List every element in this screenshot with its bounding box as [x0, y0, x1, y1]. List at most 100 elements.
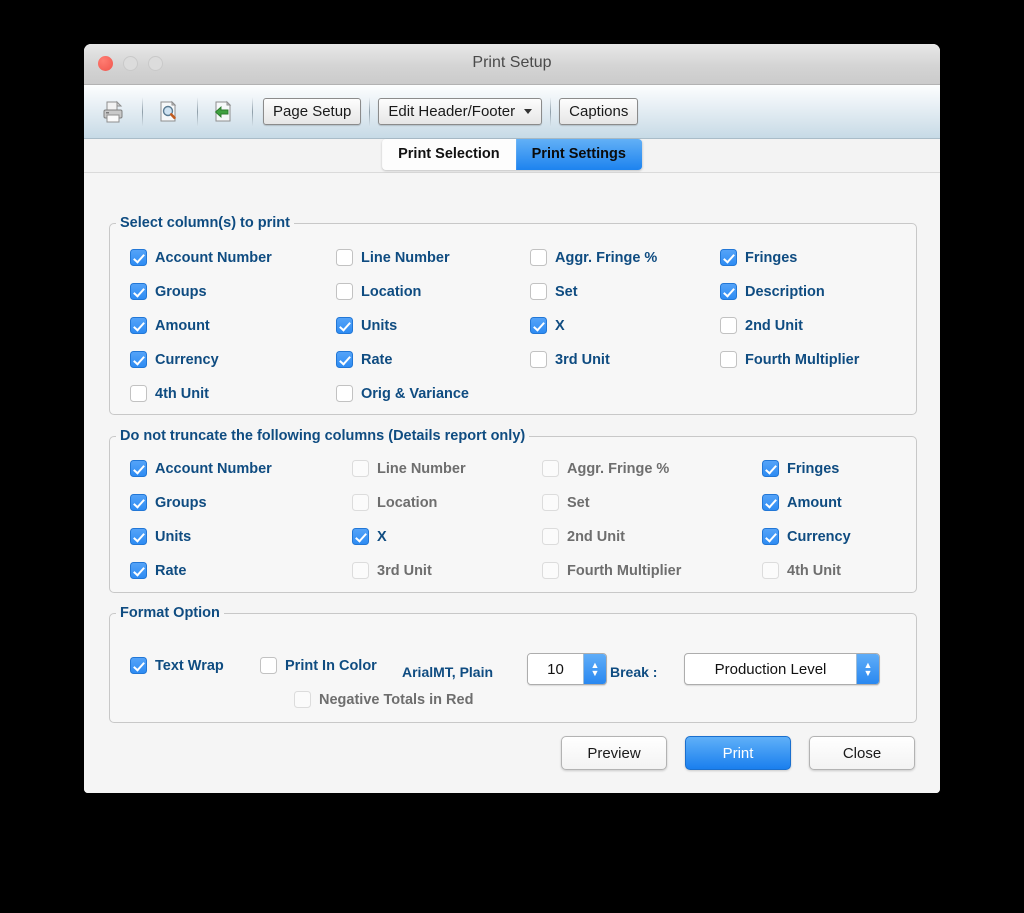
checkbox-box[interactable] [762, 494, 779, 511]
chevron-down-icon [524, 109, 532, 114]
dialog-button-row: Preview Print Close [561, 736, 915, 770]
trunc-checkbox-units[interactable]: Units [130, 528, 191, 545]
tab-print-selection[interactable]: Print Selection [382, 139, 516, 170]
trunc-checkbox-rate[interactable]: Rate [130, 562, 186, 579]
checkbox-box[interactable] [352, 528, 369, 545]
toolbar-separator [369, 97, 370, 127]
checkbox-box[interactable] [130, 494, 147, 511]
checkbox-fringes[interactable]: Fringes [720, 249, 797, 266]
stepper-arrows-icon[interactable]: ▲▼ [583, 654, 606, 684]
checkbox-box[interactable] [130, 562, 147, 579]
checkbox-label: Rate [155, 563, 186, 579]
checkbox-groups[interactable]: Groups [130, 283, 207, 300]
checkbox-2nd-unit[interactable]: 2nd Unit [720, 317, 803, 334]
trunc-checkbox-2nd-unit: 2nd Unit [542, 528, 625, 545]
font-size-value[interactable]: 10 [528, 654, 583, 684]
checkbox-label: Print In Color [285, 658, 377, 674]
checkbox-box[interactable] [720, 351, 737, 368]
checkbox-box[interactable] [530, 283, 547, 300]
close-button[interactable]: Close [809, 736, 915, 770]
checkbox-box[interactable] [130, 317, 147, 334]
checkbox-label: Currency [155, 352, 219, 368]
checkbox-set[interactable]: Set [530, 283, 578, 300]
checkbox-text-wrap[interactable]: Text Wrap [130, 657, 224, 674]
print-icon[interactable] [96, 95, 130, 129]
trunc-checkbox-x[interactable]: X [352, 528, 387, 545]
checkbox-box[interactable] [130, 657, 147, 674]
captions-label: Captions [569, 103, 628, 120]
captions-button[interactable]: Captions [559, 98, 638, 125]
print-preview-icon[interactable] [151, 95, 185, 129]
checkbox-box[interactable] [720, 283, 737, 300]
checkbox-box [294, 691, 311, 708]
window-titlebar: Print Setup [84, 44, 940, 85]
trunc-checkbox-currency[interactable]: Currency [762, 528, 851, 545]
checkbox-print-in-color[interactable]: Print In Color [260, 657, 377, 674]
checkbox-box[interactable] [336, 317, 353, 334]
checkbox-box[interactable] [720, 249, 737, 266]
tab-print-settings[interactable]: Print Settings [516, 139, 642, 170]
page-setup-label: Page Setup [273, 103, 351, 120]
checkbox-units[interactable]: Units [336, 317, 397, 334]
break-label: Break : [610, 664, 657, 680]
format-option-group: Format Option Text Wrap Print In Color N… [109, 605, 917, 723]
checkbox-aggr-fringe-pct[interactable]: Aggr. Fringe % [530, 249, 657, 266]
checkbox-box[interactable] [336, 249, 353, 266]
checkbox-box[interactable] [530, 351, 547, 368]
trunc-checkbox-fourth-multiplier: Fourth Multiplier [542, 562, 681, 579]
trunc-checkbox-groups[interactable]: Groups [130, 494, 207, 511]
checkbox-orig-variance[interactable]: Orig & Variance [336, 385, 469, 402]
trunc-checkbox-account-number[interactable]: Account Number [130, 460, 272, 477]
checkbox-box[interactable] [130, 249, 147, 266]
checkbox-box[interactable] [130, 351, 147, 368]
checkbox-3rd-unit[interactable]: 3rd Unit [530, 351, 610, 368]
checkbox-box[interactable] [130, 385, 147, 402]
checkbox-4th-unit[interactable]: 4th Unit [130, 385, 209, 402]
checkbox-box[interactable] [336, 385, 353, 402]
font-size-stepper[interactable]: 10 ▲▼ [527, 653, 607, 685]
checkbox-box[interactable] [336, 351, 353, 368]
checkbox-box[interactable] [762, 528, 779, 545]
checkbox-box[interactable] [260, 657, 277, 674]
checkbox-line-number[interactable]: Line Number [336, 249, 450, 266]
checkbox-label: Fringes [787, 461, 839, 477]
print-button[interactable]: Print [685, 736, 791, 770]
tab-print-selection-label: Print Selection [398, 146, 500, 162]
checkbox-box[interactable] [130, 460, 147, 477]
checkbox-box[interactable] [762, 460, 779, 477]
checkbox-label: Negative Totals in Red [319, 692, 473, 708]
checkbox-amount[interactable]: Amount [130, 317, 210, 334]
edit-header-footer-button[interactable]: Edit Header/Footer [378, 98, 542, 125]
trunc-checkbox-amount[interactable]: Amount [762, 494, 842, 511]
checkbox-fourth-multiplier[interactable]: Fourth Multiplier [720, 351, 859, 368]
select-arrows-icon[interactable]: ▲▼ [856, 654, 879, 684]
checkbox-label: Fourth Multiplier [567, 563, 681, 579]
checkbox-label: Fringes [745, 250, 797, 266]
break-select-value[interactable]: Production Level [685, 654, 856, 684]
checkbox-x[interactable]: X [530, 317, 565, 334]
preview-button[interactable]: Preview [561, 736, 667, 770]
page-back-icon[interactable] [206, 95, 240, 129]
checkbox-label: Units [361, 318, 397, 334]
checkbox-box[interactable] [720, 317, 737, 334]
checkbox-box [542, 494, 559, 511]
break-select[interactable]: Production Level ▲▼ [684, 653, 880, 685]
do-not-truncate-group: Do not truncate the following columns (D… [109, 428, 917, 593]
checkbox-label: 3rd Unit [555, 352, 610, 368]
checkbox-box[interactable] [530, 317, 547, 334]
checkbox-box[interactable] [336, 283, 353, 300]
checkbox-box[interactable] [530, 249, 547, 266]
checkbox-label: 4th Unit [787, 563, 841, 579]
trunc-checkbox-fringes[interactable]: Fringes [762, 460, 839, 477]
checkbox-label: Currency [787, 529, 851, 545]
checkbox-rate[interactable]: Rate [336, 351, 392, 368]
checkbox-currency[interactable]: Currency [130, 351, 219, 368]
select-columns-legend: Select column(s) to print [116, 215, 294, 231]
page-setup-button[interactable]: Page Setup [263, 98, 361, 125]
checkbox-description[interactable]: Description [720, 283, 825, 300]
checkbox-label: Location [361, 284, 421, 300]
checkbox-box[interactable] [130, 283, 147, 300]
checkbox-account-number[interactable]: Account Number [130, 249, 272, 266]
checkbox-location[interactable]: Location [336, 283, 421, 300]
checkbox-box[interactable] [130, 528, 147, 545]
